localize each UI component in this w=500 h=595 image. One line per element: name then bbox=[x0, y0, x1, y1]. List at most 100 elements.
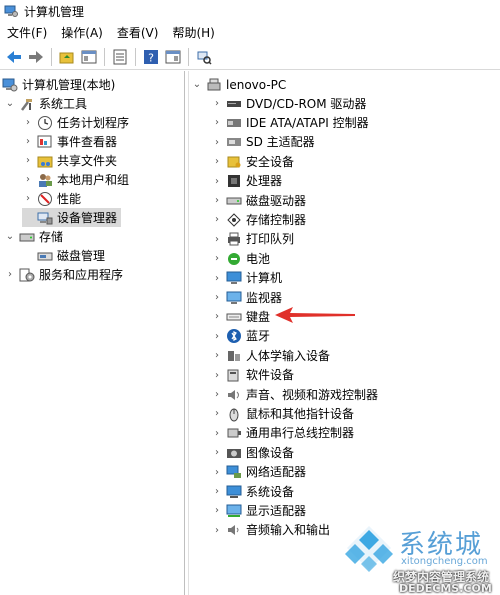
toolbar-separator bbox=[188, 47, 189, 66]
device-category-battery[interactable]: › 电池 bbox=[211, 249, 270, 268]
device-category-bluetooth[interactable]: › 蓝牙 bbox=[211, 327, 270, 346]
action-pane-icon bbox=[165, 50, 181, 63]
chevron-right-icon[interactable]: › bbox=[211, 466, 223, 478]
properties-button[interactable] bbox=[110, 47, 130, 67]
chevron-right-icon[interactable]: › bbox=[22, 155, 34, 167]
device-root[interactable]: ⌄ lenovo-PC bbox=[191, 75, 286, 94]
chevron-right-icon[interactable]: › bbox=[211, 156, 223, 168]
chevron-right-icon[interactable]: › bbox=[211, 389, 223, 401]
chevron-right-icon[interactable]: › bbox=[211, 117, 223, 129]
chevron-right-icon[interactable]: › bbox=[211, 408, 223, 420]
folder-up-icon bbox=[59, 52, 74, 63]
chevron-right-icon[interactable]: › bbox=[22, 117, 34, 129]
menu-action[interactable]: 操作(A) bbox=[54, 24, 110, 41]
chevron-right-icon[interactable]: › bbox=[22, 136, 34, 148]
chevron-right-icon[interactable]: › bbox=[4, 269, 16, 281]
device-category-audio-io[interactable]: › 音频输入和输出 bbox=[211, 521, 330, 540]
device-category-software-device[interactable]: › 软件设备 bbox=[211, 366, 294, 385]
device-category-storage-controller[interactable]: › 存储控制器 bbox=[211, 210, 306, 229]
chevron-down-icon[interactable]: ⌄ bbox=[4, 98, 16, 110]
chevron-right-icon[interactable]: › bbox=[22, 174, 34, 186]
device-category-hid[interactable]: › 人体学输入设备 bbox=[211, 346, 330, 365]
up-level-button[interactable] bbox=[57, 47, 77, 67]
device-category-label: 系统设备 bbox=[246, 484, 295, 499]
tree-item-local-users[interactable]: › 本地用户和组 bbox=[22, 170, 129, 189]
windows-logo-icon bbox=[345, 526, 393, 572]
device-category-mouse[interactable]: › 鼠标和其他指针设备 bbox=[211, 404, 354, 423]
tree-item-task-scheduler[interactable]: › 任务计划程序 bbox=[22, 113, 129, 132]
chevron-right-icon[interactable]: › bbox=[211, 524, 223, 536]
device-category-disk-drive[interactable]: › 磁盘驱动器 bbox=[211, 191, 306, 210]
chevron-right-icon[interactable]: › bbox=[211, 447, 223, 459]
forward-button[interactable] bbox=[26, 47, 46, 67]
performance-icon bbox=[37, 191, 53, 207]
menu-help[interactable]: 帮助(H) bbox=[165, 24, 221, 41]
watermark: 系统城 xitongcheng.com 织梦内容管理系统 DEDECMS.COM bbox=[345, 520, 500, 595]
device-category-network-adapter[interactable]: › 网络适配器 bbox=[211, 463, 306, 482]
chevron-right-icon[interactable]: › bbox=[211, 311, 223, 323]
menu-view[interactable]: 查看(V) bbox=[110, 24, 166, 41]
show-hide-tree-button[interactable] bbox=[79, 47, 99, 67]
chevron-right-icon[interactable]: › bbox=[22, 193, 34, 205]
watermark-url: xitongcheng.com bbox=[401, 556, 488, 567]
computer-management-icon bbox=[4, 5, 18, 17]
device-category-usb[interactable]: › 通用串行总线控制器 bbox=[211, 424, 354, 443]
watermark-site-en: DEDECMS.COM bbox=[399, 582, 492, 595]
device-category-monitor[interactable]: › 监视器 bbox=[211, 288, 282, 307]
tree-item-services-apps[interactable]: › 服务和应用程序 bbox=[4, 265, 123, 284]
system-device-icon bbox=[226, 484, 242, 500]
show-action-pane-button[interactable] bbox=[163, 47, 183, 67]
device-category-system-device[interactable]: › 系统设备 bbox=[211, 482, 294, 501]
device-category-printer[interactable]: › 打印队列 bbox=[211, 230, 294, 249]
chevron-down-icon[interactable]: ⌄ bbox=[4, 231, 16, 243]
tree-item-performance[interactable]: › 性能 bbox=[22, 189, 81, 208]
device-category-processor[interactable]: › 处理器 bbox=[211, 172, 282, 191]
device-category-keyboard[interactable]: › 键盘 bbox=[211, 307, 270, 326]
device-category-security-device[interactable]: › 安全设备 bbox=[211, 152, 294, 171]
device-category-ide-controller[interactable]: › IDE ATA/ATAPI 控制器 bbox=[211, 113, 369, 132]
device-category-computer[interactable]: › 计算机 bbox=[211, 269, 282, 288]
chevron-right-icon[interactable]: › bbox=[211, 195, 223, 207]
chevron-right-icon[interactable]: › bbox=[211, 253, 223, 265]
usb-icon bbox=[226, 425, 242, 441]
chevron-right-icon[interactable]: › bbox=[211, 505, 223, 517]
device-category-sd-adapter[interactable]: › SD 主适配器 bbox=[211, 133, 315, 152]
chevron-right-icon[interactable]: › bbox=[211, 486, 223, 498]
device-category-label: 蓝牙 bbox=[246, 329, 271, 344]
device-category-label: 存储控制器 bbox=[246, 212, 307, 227]
menu-file[interactable]: 文件(F) bbox=[0, 24, 54, 41]
tree-item-computer-management[interactable]: 计算机管理(本地) bbox=[2, 75, 115, 94]
help-icon: ? bbox=[144, 49, 158, 64]
toolbar-separator bbox=[51, 47, 52, 66]
tree-item-system-tools[interactable]: ⌄ 系统工具 bbox=[4, 94, 87, 113]
chevron-right-icon[interactable]: › bbox=[211, 330, 223, 342]
tree-item-event-viewer[interactable]: › 事件查看器 bbox=[22, 132, 117, 151]
help-button[interactable]: ? bbox=[141, 47, 161, 67]
device-category-label: 人体学输入设备 bbox=[246, 348, 331, 363]
chevron-right-icon[interactable]: › bbox=[211, 98, 223, 110]
chevron-right-icon[interactable]: › bbox=[211, 214, 223, 226]
tree-item-storage[interactable]: ⌄ 存储 bbox=[4, 227, 63, 246]
device-category-display-adapter[interactable]: › 显示适配器 bbox=[211, 501, 306, 520]
tree-item-device-manager[interactable]: 设备管理器 bbox=[22, 208, 122, 227]
chevron-right-icon[interactable]: › bbox=[211, 292, 223, 304]
back-button[interactable] bbox=[4, 47, 24, 67]
toolbar-separator bbox=[104, 47, 105, 66]
device-category-sound[interactable]: › 声音、视频和游戏控制器 bbox=[211, 385, 378, 404]
tree-item-disk-management[interactable]: 磁盘管理 bbox=[22, 246, 105, 265]
chevron-right-icon[interactable]: › bbox=[211, 350, 223, 362]
keyboard-icon bbox=[226, 309, 242, 325]
chevron-right-icon[interactable]: › bbox=[211, 272, 223, 284]
chevron-right-icon[interactable]: › bbox=[211, 175, 223, 187]
chevron-right-icon[interactable]: › bbox=[211, 233, 223, 245]
device-category-imaging[interactable]: › 图像设备 bbox=[211, 443, 294, 462]
chevron-down-icon[interactable]: ⌄ bbox=[191, 79, 203, 91]
menu-bar: 文件(F) 操作(A) 查看(V) 帮助(H) bbox=[0, 22, 500, 42]
scan-hardware-button[interactable] bbox=[194, 47, 214, 67]
chevron-right-icon[interactable]: › bbox=[211, 136, 223, 148]
chevron-right-icon[interactable]: › bbox=[211, 427, 223, 439]
chevron-right-icon[interactable]: › bbox=[211, 369, 223, 381]
device-category-dvd-drive[interactable]: › DVD/CD-ROM 驱动器 bbox=[211, 94, 366, 113]
tree-item-shared-folders[interactable]: › 共享文件夹 bbox=[22, 151, 117, 170]
event-viewer-icon bbox=[37, 134, 53, 150]
